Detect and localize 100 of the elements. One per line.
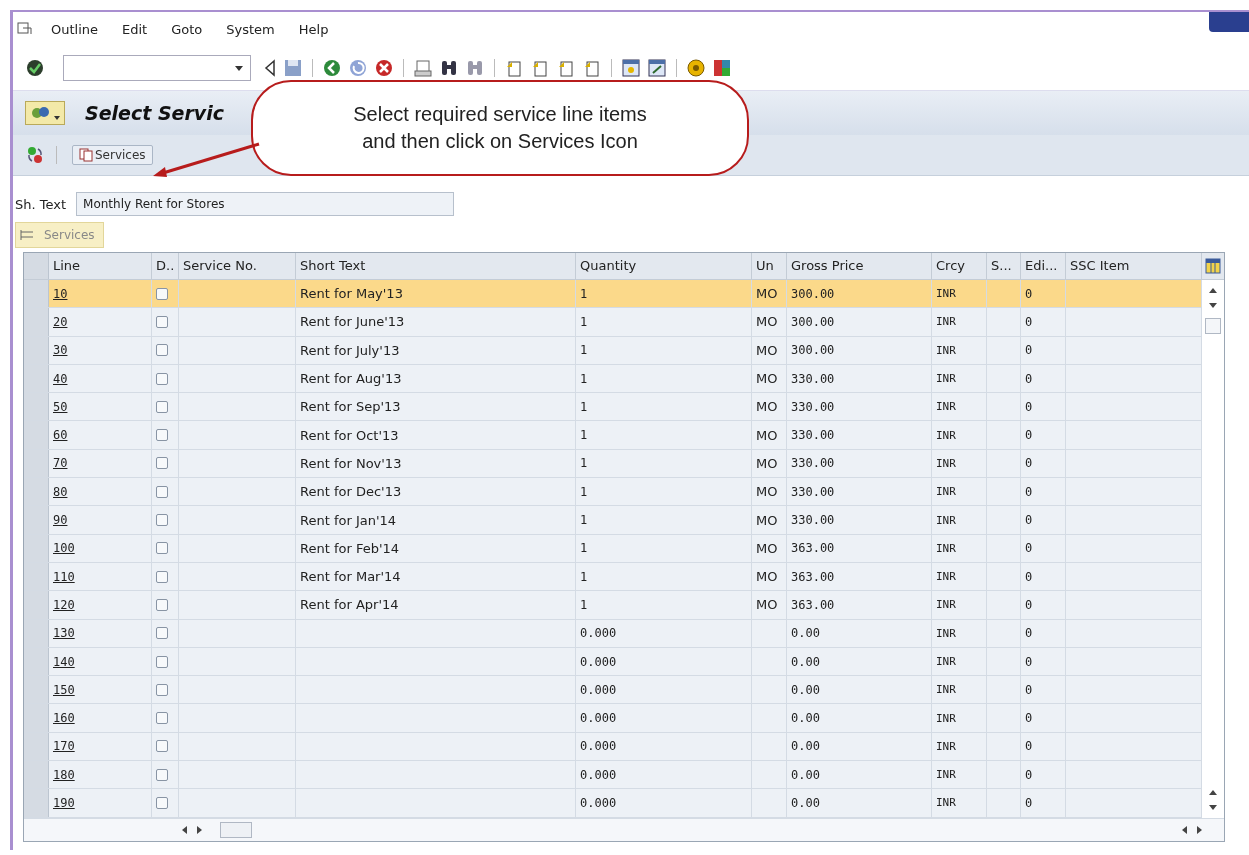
line-number[interactable]: 110	[53, 569, 75, 584]
checkbox[interactable]	[156, 344, 168, 357]
line-number[interactable]: 80	[53, 484, 68, 499]
menu-item[interactable]: Outline	[51, 21, 99, 37]
line-number[interactable]: 130	[53, 626, 75, 641]
menu-item[interactable]: Help	[298, 21, 329, 37]
scroll-down-icon[interactable]	[1208, 803, 1218, 812]
print-icon[interactable]	[413, 58, 433, 78]
table-row[interactable]: 110 Rent for Mar'14 1 MO 363.00 INR 0	[24, 562, 1202, 592]
checkbox[interactable]	[156, 287, 168, 300]
line-number[interactable]: 100	[53, 541, 75, 556]
save-icon[interactable]	[283, 58, 303, 78]
table-row[interactable]: 90 Rent for Jan'14 1 MO 330.00 INR 0	[24, 506, 1202, 535]
line-number[interactable]: 120	[53, 597, 75, 612]
scroll-thumb[interactable]	[220, 821, 252, 838]
table-row[interactable]: 120 Rent for Apr'14 1 MO 363.00 INR 0	[24, 591, 1202, 620]
line-number[interactable]: 150	[53, 682, 75, 697]
checkbox[interactable]	[156, 372, 168, 385]
column-header[interactable]: Quantity	[576, 253, 752, 279]
checkbox[interactable]	[156, 797, 168, 809]
table-row[interactable]: 40 Rent for Aug'13 1 MO 330.00 INR 0	[24, 364, 1202, 394]
line-number[interactable]: 180	[53, 767, 75, 782]
table-row[interactable]: 100 Rent for Feb'14 1 MO 363.00 INR 0	[24, 534, 1202, 563]
checkbox[interactable]	[156, 457, 168, 470]
checkbox[interactable]	[156, 768, 168, 781]
scroll-thumb[interactable]	[1205, 318, 1221, 334]
checkbox[interactable]	[156, 712, 168, 725]
line-number[interactable]: 170	[53, 739, 75, 754]
menu-button[interactable]	[25, 101, 65, 125]
select-all-cell[interactable]	[24, 253, 49, 279]
line-number[interactable]: 30	[53, 343, 68, 358]
column-header[interactable]: Edi...	[1021, 253, 1066, 279]
line-number[interactable]: 50	[53, 399, 68, 414]
column-header[interactable]: Line	[49, 253, 152, 279]
line-number[interactable]: 90	[53, 513, 68, 527]
table-row[interactable]: 10 Rent for May'13 1 MO 300.00 INR 0	[24, 280, 1202, 309]
line-number[interactable]: 40	[53, 371, 68, 386]
column-header[interactable]: SSC Item	[1066, 253, 1202, 279]
scroll-right-icon[interactable]	[1196, 824, 1204, 835]
services-button[interactable]: Services	[72, 145, 153, 165]
window-icon[interactable]	[621, 58, 641, 78]
table-settings-icon[interactable]	[1205, 258, 1221, 274]
scroll-up-icon[interactable]	[1208, 286, 1218, 294]
table-row[interactable]: 130 0.000 0.00 INR 0	[24, 619, 1202, 648]
checkbox[interactable]	[156, 683, 168, 696]
column-header[interactable]: Short Text	[296, 253, 576, 279]
column-header[interactable]: Gross Price	[787, 253, 932, 279]
table-row[interactable]: 160 0.000 0.00 INR 0	[24, 704, 1202, 733]
line-number[interactable]: 190	[53, 796, 75, 810]
table-row[interactable]: 60 Rent for Oct'13 1 MO 330.00 INR 0	[24, 421, 1202, 450]
command-field[interactable]	[63, 55, 251, 81]
checkbox[interactable]	[156, 400, 168, 413]
back-triangle-icon[interactable]	[263, 59, 277, 77]
line-number[interactable]: 60	[53, 428, 68, 443]
line-number[interactable]: 160	[53, 711, 75, 726]
find-next-icon[interactable]	[465, 58, 485, 78]
table-row[interactable]: 80 Rent for Dec'13 1 MO 330.00 INR 0	[24, 478, 1202, 507]
table-row[interactable]: 190 0.000 0.00 INR 0	[24, 789, 1202, 818]
find-icon[interactable]	[439, 58, 459, 78]
checkbox[interactable]	[156, 598, 168, 611]
table-row[interactable]: 50 Rent for Sep'13 1 MO 330.00 INR 0	[24, 393, 1202, 422]
checkbox[interactable]	[156, 514, 168, 526]
scroll-down-icon[interactable]	[1208, 302, 1218, 310]
short-text-field[interactable]: Monthly Rent for Stores	[76, 192, 455, 216]
table-row[interactable]: 140 0.000 0.00 INR 0	[24, 647, 1202, 677]
table-row[interactable]: 170 0.000 0.00 INR 0	[24, 732, 1202, 762]
column-header[interactable]: Service No.	[179, 253, 296, 279]
column-header[interactable]: S...	[987, 253, 1021, 279]
table-row[interactable]: 70 Rent for Nov'13 1 MO 330.00 INR 0	[24, 449, 1202, 479]
checkbox[interactable]	[156, 542, 168, 555]
checkbox[interactable]	[156, 315, 168, 328]
line-number[interactable]: 10	[53, 286, 68, 301]
layout-icon[interactable]	[712, 58, 732, 78]
checkbox[interactable]	[156, 655, 168, 668]
scroll-left-icon[interactable]	[1180, 824, 1188, 835]
checkbox[interactable]	[156, 740, 168, 753]
table-row[interactable]: 30 Rent for July'13 1 MO 300.00 INR 0	[24, 336, 1202, 365]
checkbox[interactable]	[156, 570, 168, 583]
refresh-icon[interactable]	[25, 145, 45, 165]
menu-item[interactable]: System	[226, 21, 275, 37]
help-icon[interactable]	[686, 58, 706, 78]
column-header[interactable]: D..	[152, 253, 179, 279]
scroll-right-icon[interactable]	[196, 824, 204, 835]
table-row[interactable]: 180 0.000 0.00 INR 0	[24, 761, 1202, 790]
window-menu-icon[interactable]	[17, 22, 33, 36]
line-number[interactable]: 20	[53, 314, 68, 329]
column-header[interactable]: Un	[752, 253, 787, 279]
dropdown-icon[interactable]	[234, 64, 244, 72]
exit-icon[interactable]	[348, 58, 368, 78]
line-number[interactable]: 140	[53, 654, 75, 669]
checkbox[interactable]	[156, 485, 168, 498]
table-row[interactable]: 20 Rent for June'13 1 MO 300.00 INR 0	[24, 308, 1202, 337]
menu-item[interactable]: Goto	[171, 21, 203, 37]
checkbox[interactable]	[156, 429, 168, 442]
cancel-icon[interactable]	[374, 58, 394, 78]
back-icon[interactable]	[322, 58, 342, 78]
window-icon[interactable]	[647, 58, 667, 78]
scroll-left-icon[interactable]	[180, 824, 188, 835]
line-number[interactable]: 70	[53, 456, 68, 471]
table-row[interactable]: 150 0.000 0.00 INR 0	[24, 676, 1202, 705]
